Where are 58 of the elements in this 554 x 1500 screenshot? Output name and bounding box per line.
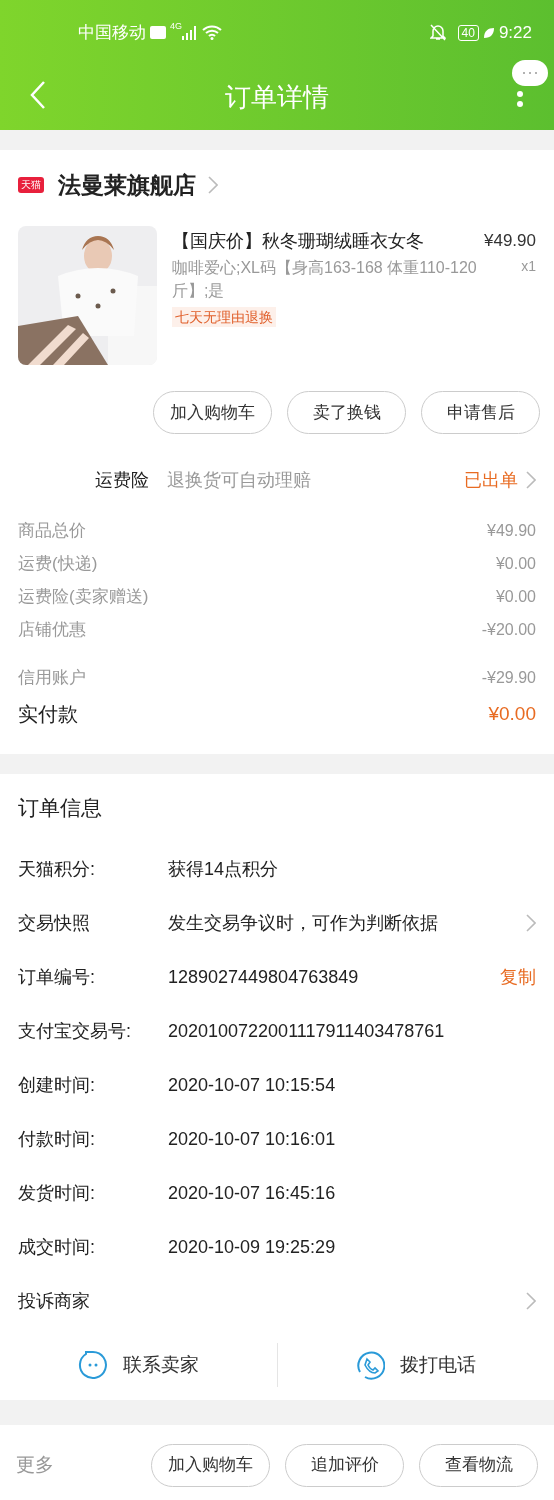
page-title: 订单详情 (225, 81, 329, 114)
product-spec: 咖啡爱心;XL码【身高163-168 体重110-120斤】;是 (172, 258, 478, 301)
info-label: 支付宝交易号: (18, 1019, 132, 1043)
back-button[interactable] (28, 80, 48, 110)
insurance-description: 退换货可自动理赔 (167, 468, 312, 492)
info-label: 订单编号: (18, 965, 96, 989)
section-title: 订单信息 (17, 795, 103, 821)
contact-button[interactable]: 联系卖家 (0, 1343, 277, 1387)
contact-button[interactable]: 拨打电话 (276, 1343, 554, 1387)
phone-icon (355, 1350, 386, 1380)
info-value: 获得14点积分 (168, 857, 280, 881)
fee-value: ¥49.90 (487, 520, 536, 541)
info-value: 1289027449804763849 (168, 965, 360, 989)
info-value: 2020-10-07 10:16:01 (168, 1127, 337, 1151)
info-label: 成交时间: (18, 1235, 96, 1259)
fee-label: 店铺优惠 (18, 618, 87, 641)
fee-value: -¥20.00 (481, 619, 536, 640)
return-policy-tag: 七天无理由退换 (172, 307, 276, 327)
carrier-name: 中国移动 (78, 21, 146, 44)
clock-time: 9:22 (498, 21, 532, 44)
chevron-right-icon (208, 176, 218, 194)
chevron-right-icon (526, 471, 536, 489)
signal-icon (182, 25, 198, 40)
info-value: 2020100722001117911403478761 (168, 1019, 446, 1043)
battery-indicator: 40 (457, 24, 479, 41)
info-value: 2020-10-09 19:25:29 (168, 1235, 337, 1259)
info-label: 天猫积分: (18, 857, 96, 881)
network-type: 4G (170, 20, 182, 33)
product-price: ¥49.90 (484, 230, 536, 252)
bell-off-icon (429, 24, 446, 41)
fee-label: 实付款 (18, 702, 79, 727)
hd-icon (150, 26, 166, 39)
fee-label: 运费险(卖家赠送) (18, 585, 150, 608)
fee-label: 商品总价 (18, 519, 87, 542)
insurance-label: 运费险 (95, 468, 149, 492)
info-value: 2020-10-07 16:45:16 (168, 1181, 337, 1205)
info-label[interactable]: 投诉商家 (18, 1287, 168, 1315)
fee-value: ¥0.00 (488, 701, 536, 726)
fee-value: ¥0.00 (495, 586, 536, 607)
chat-icon (77, 1350, 108, 1380)
product-title[interactable]: 【国庆价】秋冬珊瑚绒睡衣女冬 (172, 226, 476, 256)
info-label: 付款时间: (18, 1127, 96, 1151)
fee-label: 运费(快递) (18, 552, 99, 575)
info-value: 发生交易争议时，可作为判断依据 (168, 911, 439, 935)
fee-value: ¥0.00 (495, 553, 536, 574)
chevron-right-icon (526, 914, 536, 932)
quantity: x1 (521, 257, 536, 276)
info-label: 创建时间: (18, 1073, 96, 1097)
leaf-icon (482, 26, 495, 39)
fee-label: 信用账户 (18, 666, 87, 689)
info-value: 2020-10-07 10:15:54 (168, 1073, 337, 1097)
store-name[interactable]: 法曼莱旗舰店 (58, 167, 196, 203)
tmall-badge: 天猫 (18, 177, 44, 193)
info-label: 发货时间: (18, 1181, 96, 1205)
info-label[interactable]: 交易快照 (18, 909, 168, 937)
fee-value: -¥29.90 (481, 667, 536, 688)
wifi-icon (202, 25, 222, 40)
chevron-right-icon (526, 1292, 536, 1310)
